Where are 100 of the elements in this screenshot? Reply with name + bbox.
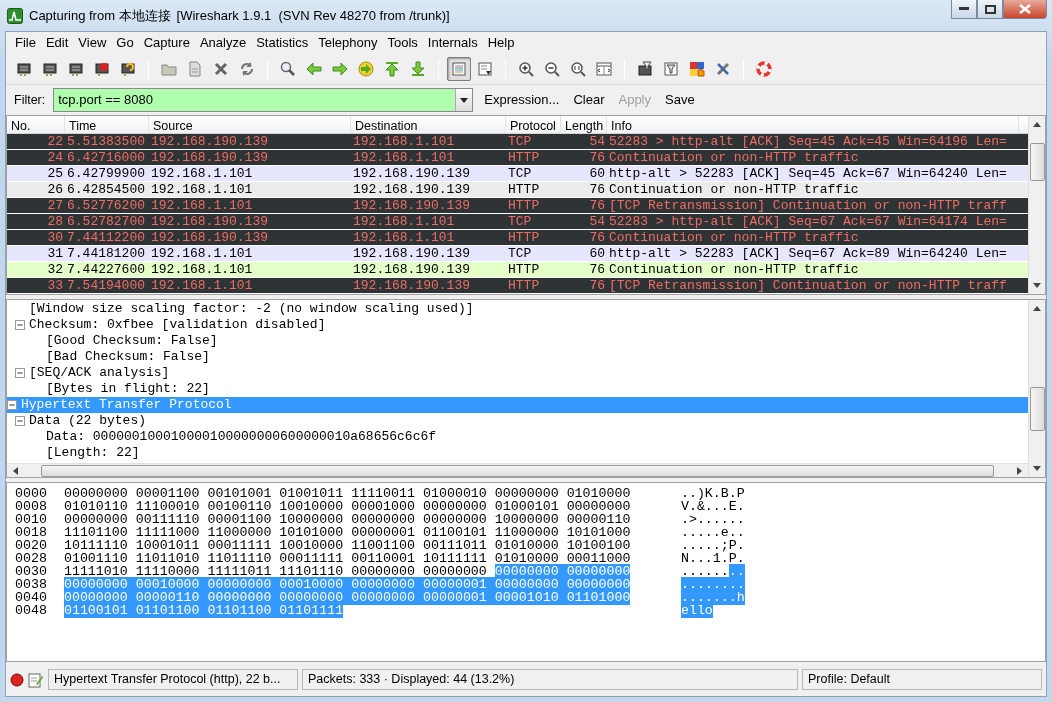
table-cell-text: HTTP <box>507 262 541 277</box>
table-cell-text: [TCP Retransmission] Continuation or non-HTTP traff <box>608 198 1008 213</box>
collapse-icon[interactable] <box>15 320 25 330</box>
menu-item[interactable]: Capture <box>138 32 195 53</box>
menu-item[interactable]: Edit <box>40 32 74 53</box>
tree-node[interactable]: Checksum: 0xfbee [validation disabled] <box>29 317 326 333</box>
byte-values[interactable]: 01010110 11100010 00100110 10010000 00001000 00000000 01000101 00000000 <box>63 499 631 514</box>
filter-action-button[interactable]: Expression... <box>481 90 563 110</box>
table-cell-text: 192.168.190.139 <box>352 246 472 261</box>
tree-item[interactable]: [Window size scaling factor: -2 (no window scaling used)] <box>29 301 474 317</box>
close-icon[interactable] <box>1019 4 1031 14</box>
menu-item[interactable]: Internals <box>422 32 483 53</box>
packet-row[interactable]: 31 7.44181200 192.168.1.101 192.168.190.139 TCP 60 http-alt > 52283 [ACK] Seq=67 Ack=89 Win=64240 Len= <box>7 246 1028 262</box>
menu-item[interactable]: Analyze <box>194 32 252 53</box>
ascii-text[interactable]: ...... <box>680 564 729 579</box>
column-header[interactable]: Destination <box>351 116 506 133</box>
scroll-down-icon[interactable] <box>1033 283 1041 288</box>
tree-item[interactable]: [Bytes in flight: 22] <box>46 381 210 397</box>
colored-list-icon[interactable] <box>447 56 471 81</box>
table-cell-text: TCP <box>507 166 533 181</box>
table-cell-text: 52283 > http-alt [ACK] Seq=67 Ack=67 Win=64174 Len= <box>608 214 1008 229</box>
table-cell-text: 6.42799900 <box>66 166 146 181</box>
table-cell-text: 192.168.1.101 <box>352 230 456 245</box>
menu-item[interactable]: Go <box>111 32 139 53</box>
packet-row[interactable]: 33 7.54194000 192.168.1.101 192.168.190.139 HTTP 76 [TCP Retransmission] Continuation or non-HTTP traff <box>7 278 1028 294</box>
menu-item[interactable]: File <box>10 32 41 53</box>
ascii-text[interactable]: .>...... <box>680 512 745 527</box>
ascii-text[interactable]: N...1.P. <box>680 551 745 566</box>
byte-values[interactable]: 00000000 00001100 00101001 01001011 11110011 01000010 00000000 01010000 <box>63 486 631 501</box>
minimize-icon[interactable] <box>959 7 969 11</box>
table-cell-text: 192.168.190.139 <box>352 262 472 277</box>
tree-node[interactable]: [SEQ/ACK analysis] <box>29 365 170 381</box>
menu-item[interactable]: View <box>73 32 112 53</box>
filter-action-button[interactable]: Save <box>662 90 698 110</box>
table-cell-text: TCP <box>507 214 533 229</box>
byte-values[interactable]: 11111010 11110000 11111011 11101110 00000000 00000000 <box>63 564 495 579</box>
tree-item[interactable]: Data: 000000100010000100000000600000010a68656c6c6f <box>46 429 437 445</box>
table-cell-text: 192.168.190.139 <box>150 230 270 245</box>
menu-item[interactable]: Tools <box>382 32 423 53</box>
table-cell-text: Continuation or non-HTTP traffic <box>608 182 860 197</box>
tree-node[interactable]: Data (22 bytes) <box>29 413 147 429</box>
byte-offset: 0040 <box>15 591 47 604</box>
scrollbar[interactable] <box>1028 300 1045 477</box>
packet-row[interactable]: 28 6.52782700 192.168.190.139 192.168.1.101 TCP 54 52283 > http-alt [ACK] Seq=67 Ack=67 Win=64174 Len= <box>7 214 1028 230</box>
ascii-text[interactable]: .....e.. <box>680 525 745 540</box>
filter-action-button[interactable]: Clear <box>570 90 608 110</box>
column-header[interactable]: Source <box>149 116 351 133</box>
collapse-icon[interactable] <box>15 368 25 378</box>
byte-values[interactable]: 01001110 11011010 11011110 00011111 00110001 10111111 01010000 00011000 <box>63 551 631 566</box>
menu-item[interactable]: Help <box>482 32 520 53</box>
byte-values[interactable]: 00000000 00111110 00001100 10000000 00000000 00000000 10000000 00000110 <box>63 512 631 527</box>
table-cell-text: 192.168.1.101 <box>352 214 456 229</box>
collapse-icon[interactable] <box>7 400 17 410</box>
table-cell-text: 6.42716000 <box>66 150 146 165</box>
window-title: Capturing from 本地连接 <box>29 6 171 25</box>
column-header[interactable]: No. <box>7 116 65 133</box>
byte-offset: 0028 <box>15 552 47 565</box>
packet-row[interactable]: 22 5.51383500 192.168.190.139 192.168.1.101 TCP 54 52283 > http-alt [ACK] Seq=45 Ack=45 Win=64196 Len= <box>7 134 1028 150</box>
table-cell-text: HTTP <box>507 198 541 213</box>
packet-row[interactable]: 25 6.42799900 192.168.1.101 192.168.190.139 TCP 60 http-alt > 52283 [ACK] Seq=45 Ack=67 Win=64240 Len= <box>7 166 1028 182</box>
scroll-thumb[interactable] <box>1029 143 1045 181</box>
tree-item[interactable]: [Bad Checksum: False] <box>46 349 210 365</box>
scroll-thumb[interactable] <box>1029 387 1045 431</box>
profile-label[interactable]: Profile: Default <box>802 669 1042 690</box>
table-cell-text: Continuation or non-HTTP traffic <box>608 230 860 245</box>
packet-row[interactable]: 27 6.52776200 192.168.1.101 192.168.190.139 HTTP 76 [TCP Retransmission] Continuation or non-HTTP traff <box>7 198 1028 214</box>
table-cell-text: 192.168.190.139 <box>352 278 472 293</box>
tree-item[interactable]: [Good Checksum: False] <box>46 333 218 349</box>
column-header[interactable]: Protocol <box>506 116 561 133</box>
ascii-text[interactable]: V.&...E. <box>680 499 745 514</box>
maximize-icon[interactable] <box>984 4 996 14</box>
ascii-text[interactable]: ..)K.B.P <box>680 486 745 501</box>
ascii-text[interactable]: .....;P. <box>680 538 745 553</box>
collapse-icon[interactable] <box>15 416 25 426</box>
table-cell-text: 192.168.1.101 <box>150 278 254 293</box>
packet-row[interactable]: 30 7.44112200 192.168.190.139 192.168.1.101 HTTP 76 Continuation or non-HTTP traffic <box>7 230 1028 246</box>
scroll-up-icon[interactable] <box>1033 122 1041 127</box>
table-cell-text: [TCP Retransmission] Continuation or non-HTTP traff <box>608 278 1008 293</box>
table-cell-text: HTTP <box>507 278 541 293</box>
filter-field[interactable]: tcp.port == 8080 <box>53 88 474 112</box>
table-cell-text: 76 <box>588 150 606 165</box>
dropdown-arrow-icon[interactable] <box>460 97 469 103</box>
scroll-down-icon[interactable] <box>1033 466 1041 471</box>
packet-row[interactable]: 24 6.42716000 192.168.190.139 192.168.1.101 HTTP 76 Continuation or non-HTTP traffic <box>7 150 1028 166</box>
packet-row[interactable]: 32 7.44227600 192.168.1.101 192.168.190.139 HTTP 76 Continuation or non-HTTP traffic <box>7 262 1028 278</box>
column-header[interactable]: Length <box>561 116 607 133</box>
column-header[interactable]: Info <box>607 116 1019 133</box>
table-cell-text: 76 <box>588 278 606 293</box>
menu-item[interactable]: Telephony <box>313 32 383 53</box>
scroll-up-icon[interactable] <box>1033 306 1041 311</box>
tree-item[interactable]: [Length: 22] <box>46 445 140 461</box>
byte-offset: 0008 <box>15 500 47 513</box>
recording-icon[interactable] <box>10 672 24 687</box>
byte-values[interactable]: 10111110 10001011 00011111 10010000 11001100 00111011 01010000 10100100 <box>63 538 631 553</box>
column-header[interactable]: Time <box>65 116 149 133</box>
menu-item[interactable]: Statistics <box>251 32 314 53</box>
byte-offset: 0010 <box>15 513 47 526</box>
scrollbar[interactable] <box>1028 116 1045 294</box>
packet-row[interactable]: 26 6.42854500 192.168.1.101 192.168.190.139 HTTP 76 Continuation or non-HTTP traffic <box>7 182 1028 198</box>
byte-values[interactable]: 11101100 11111000 11000000 10101000 00000001 01100101 11000000 10101000 <box>63 525 631 540</box>
